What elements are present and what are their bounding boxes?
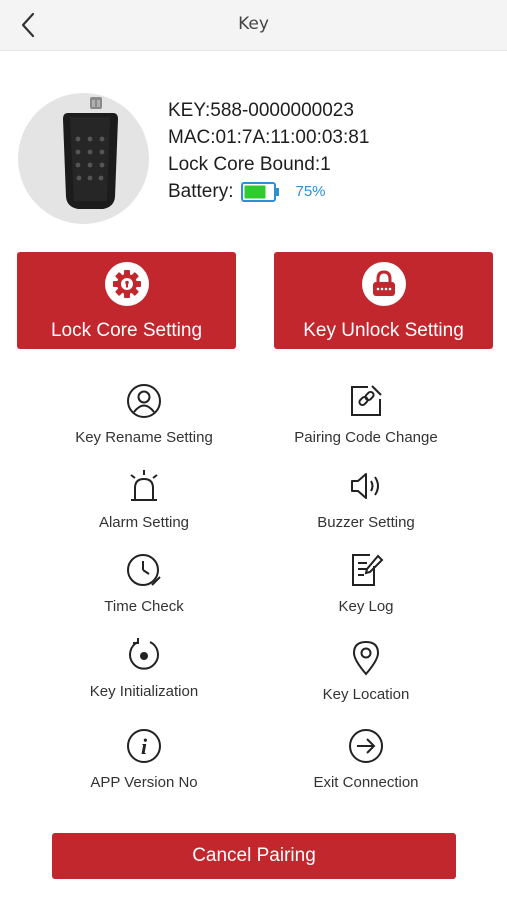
pairing-code-change-item[interactable]: Pairing Code Change: [256, 383, 476, 453]
pairing-code-change-label: Pairing Code Change: [294, 429, 438, 446]
exit-connection-item[interactable]: Exit Connection: [256, 728, 476, 798]
app-version-item[interactable]: i APP Version No: [34, 728, 254, 798]
key-unlock-setting-label: Key Unlock Setting: [303, 320, 464, 341]
time-check-label: Time Check: [104, 598, 184, 615]
alarm-setting-label: Alarm Setting: [98, 514, 190, 531]
battery-percent: 75%: [295, 183, 326, 200]
clock-icon: [127, 554, 161, 586]
cancel-pairing-button[interactable]: Cancel Pairing: [52, 833, 456, 879]
key-device-image: [18, 93, 149, 224]
alarm-siren-icon: [130, 470, 158, 501]
battery-row: Battery: 75%: [168, 178, 369, 205]
battery-icon: [241, 181, 280, 202]
key-unlock-icon-circle: [361, 262, 406, 306]
exit-connection-label: Exit Connection: [313, 774, 419, 791]
buzzer-setting-label: Buzzer Setting: [317, 514, 415, 531]
lock-core-icon-circle: [104, 262, 149, 306]
page-title: Key: [238, 14, 269, 34]
key-location-item[interactable]: Key Location: [256, 640, 476, 710]
info-icon: i: [127, 729, 161, 763]
padlock-icon: [372, 270, 395, 296]
mac-address-text: MAC:01:7A:11:00:03:81: [168, 127, 370, 148]
lock-core-setting-label: Lock Core Setting: [50, 320, 203, 341]
key-location-label: Key Location: [322, 686, 410, 703]
lock-core-bound-text: Lock Core Bound:1: [168, 154, 331, 175]
gear-lock-icon: [112, 270, 141, 298]
key-device-icon: [63, 97, 118, 209]
buzzer-setting-item[interactable]: Buzzer Setting: [256, 468, 476, 538]
key-unlock-setting-button[interactable]: Key Unlock Setting: [274, 252, 493, 349]
key-log-label: Key Log: [338, 598, 394, 615]
lock-core-setting-button[interactable]: Lock Core Setting: [17, 252, 236, 349]
battery-label: Battery:: [168, 181, 234, 202]
key-initialization-label: Key Initialization: [89, 683, 199, 700]
key-rename-setting-label: Key Rename Setting: [75, 429, 213, 446]
device-info: KEY:588-0000000023 MAC:01:7A:11:00:03:81…: [168, 97, 369, 205]
key-id-text: KEY:588-0000000023: [168, 100, 354, 121]
exit-icon: [349, 729, 383, 763]
edit-link-icon: [351, 385, 382, 416]
alarm-setting-item[interactable]: Alarm Setting: [34, 468, 254, 538]
location-pin-icon: [352, 640, 380, 676]
time-check-item[interactable]: Time Check: [34, 552, 254, 622]
log-document-icon: [352, 554, 384, 586]
reset-icon: [129, 638, 159, 670]
battery-level-fill: [244, 185, 266, 198]
speaker-icon: [351, 473, 379, 499]
key-log-item[interactable]: Key Log: [256, 552, 476, 622]
app-version-label: APP Version No: [90, 774, 198, 791]
svg-text:i: i: [141, 734, 148, 759]
top-bar: Key: [0, 0, 507, 51]
key-initialization-item[interactable]: Key Initialization: [34, 637, 254, 707]
key-rename-setting-item[interactable]: Key Rename Setting: [34, 383, 254, 453]
user-circle-icon: [127, 384, 161, 418]
